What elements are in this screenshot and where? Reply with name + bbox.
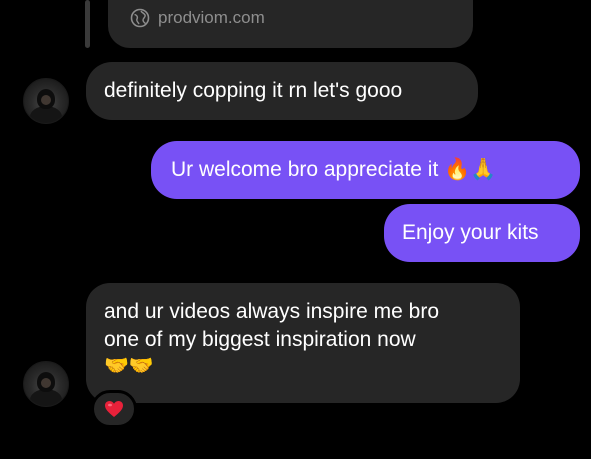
quoted-reply-bar: [85, 0, 90, 48]
handshake-emoji: 🤝🤝: [104, 355, 154, 377]
avatar-silhouette-face: [41, 378, 51, 388]
sender-avatar[interactable]: [23, 78, 69, 124]
incoming-message-bubble[interactable]: and ur videos always inspire me bro one …: [86, 283, 520, 403]
message-text: Ur welcome bro appreciate it 🔥🙏: [171, 158, 497, 181]
sender-avatar[interactable]: [23, 361, 69, 407]
heart-icon: [105, 401, 123, 417]
link-preview-card[interactable]: prodviom.com: [108, 0, 473, 48]
outgoing-message-bubble[interactable]: Ur welcome bro appreciate it 🔥🙏: [151, 141, 580, 199]
avatar-silhouette-face: [41, 95, 51, 105]
message-text-line: one of my biggest inspiration now: [104, 328, 416, 351]
incoming-message-bubble[interactable]: definitely copping it rn let's gooo: [86, 62, 478, 120]
message-text: definitely copping it rn let's gooo: [104, 79, 403, 102]
message-reaction[interactable]: [91, 390, 137, 428]
message-text-line: and ur videos always inspire me bro: [104, 300, 439, 323]
globe-icon: [130, 8, 150, 28]
message-text: Enjoy your kits: [402, 221, 539, 244]
link-preview-row[interactable]: prodviom.com: [130, 8, 265, 28]
outgoing-message-bubble[interactable]: Enjoy your kits: [384, 204, 580, 262]
link-domain[interactable]: prodviom.com: [158, 8, 265, 28]
